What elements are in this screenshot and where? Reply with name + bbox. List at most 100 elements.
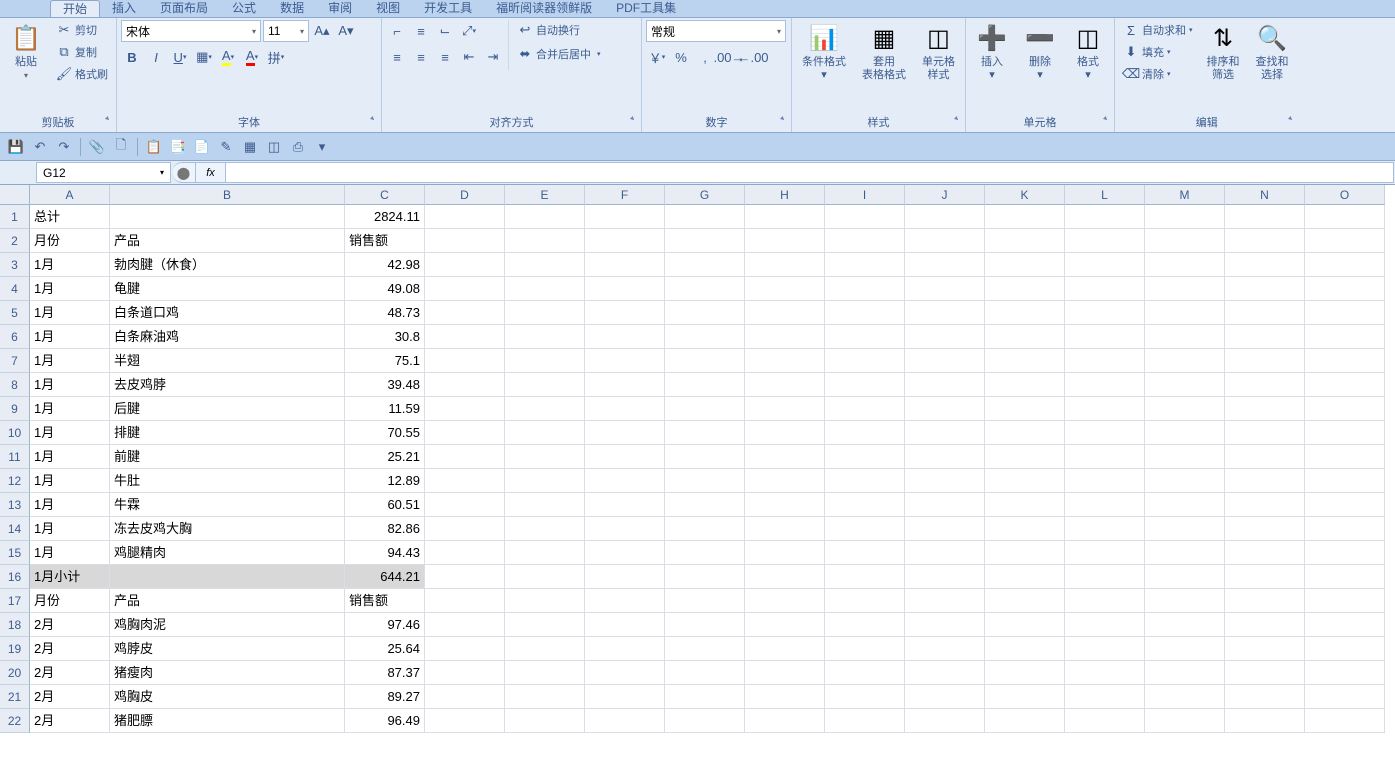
- cell[interactable]: [905, 493, 985, 517]
- cell[interactable]: [505, 613, 585, 637]
- cell[interactable]: 94.43: [345, 541, 425, 565]
- cell[interactable]: [1305, 253, 1385, 277]
- decrease-decimal-button[interactable]: ←.00: [742, 46, 764, 68]
- font-name-combo[interactable]: 宋体▾: [121, 20, 261, 42]
- cell[interactable]: [825, 469, 905, 493]
- autosum-button[interactable]: Σ自动求和▾: [1119, 20, 1197, 40]
- cell[interactable]: [1305, 685, 1385, 709]
- cell[interactable]: [505, 445, 585, 469]
- cell[interactable]: [985, 637, 1065, 661]
- cell[interactable]: [745, 205, 825, 229]
- col-header-C[interactable]: C: [345, 185, 425, 205]
- cell[interactable]: [745, 541, 825, 565]
- cell[interactable]: [1065, 301, 1145, 325]
- cell[interactable]: [425, 277, 505, 301]
- cell[interactable]: [1145, 541, 1225, 565]
- cell[interactable]: 产品: [110, 589, 345, 613]
- cell[interactable]: [505, 685, 585, 709]
- cell[interactable]: 月份: [30, 589, 110, 613]
- cell[interactable]: [905, 613, 985, 637]
- cell[interactable]: [745, 397, 825, 421]
- cell[interactable]: 1月: [30, 445, 110, 469]
- cell[interactable]: [665, 301, 745, 325]
- cell[interactable]: [1225, 277, 1305, 301]
- cell[interactable]: [745, 517, 825, 541]
- row-header[interactable]: 8: [0, 373, 30, 397]
- fill-color-button[interactable]: A▾: [217, 46, 239, 68]
- cell[interactable]: 48.73: [345, 301, 425, 325]
- cell[interactable]: [905, 205, 985, 229]
- cell[interactable]: 后腱: [110, 397, 345, 421]
- cell[interactable]: [425, 469, 505, 493]
- cell[interactable]: [425, 589, 505, 613]
- cell[interactable]: [745, 229, 825, 253]
- cell[interactable]: [985, 229, 1065, 253]
- row-header[interactable]: 14: [0, 517, 30, 541]
- name-box[interactable]: G12▾: [36, 162, 171, 183]
- cell[interactable]: [585, 469, 665, 493]
- cell[interactable]: [585, 373, 665, 397]
- cell[interactable]: 鸡脖皮: [110, 637, 345, 661]
- cell[interactable]: [665, 349, 745, 373]
- cell[interactable]: [1305, 397, 1385, 421]
- cell[interactable]: 2月: [30, 661, 110, 685]
- cell[interactable]: 30.8: [345, 325, 425, 349]
- attach-button[interactable]: 📎: [87, 137, 107, 157]
- cell[interactable]: 销售额: [345, 589, 425, 613]
- percent-button[interactable]: %: [670, 46, 692, 68]
- cell[interactable]: [1065, 349, 1145, 373]
- cell[interactable]: [505, 205, 585, 229]
- cell[interactable]: [425, 421, 505, 445]
- cell[interactable]: [1225, 637, 1305, 661]
- cell[interactable]: [585, 205, 665, 229]
- cell[interactable]: [825, 685, 905, 709]
- row-header[interactable]: 11: [0, 445, 30, 469]
- row-header[interactable]: 12: [0, 469, 30, 493]
- format-painter-button[interactable]: 🖌格式刷: [52, 64, 112, 84]
- cell[interactable]: [825, 565, 905, 589]
- cell[interactable]: [505, 397, 585, 421]
- cell[interactable]: [1305, 205, 1385, 229]
- row-header[interactable]: 2: [0, 229, 30, 253]
- cell[interactable]: [1145, 565, 1225, 589]
- cell-style-button[interactable]: ◫单元格 样式: [916, 20, 961, 84]
- cell[interactable]: [665, 469, 745, 493]
- cell[interactable]: [425, 613, 505, 637]
- align-right-button[interactable]: ≡: [434, 46, 456, 68]
- cell[interactable]: 冻去皮鸡大胸: [110, 517, 345, 541]
- cell[interactable]: [1065, 469, 1145, 493]
- cell[interactable]: [985, 301, 1065, 325]
- cell[interactable]: 2月: [30, 709, 110, 733]
- find-select-button[interactable]: 🔍查找和 选择: [1250, 20, 1295, 84]
- cell[interactable]: [1305, 661, 1385, 685]
- cell[interactable]: [1065, 517, 1145, 541]
- cell[interactable]: [745, 445, 825, 469]
- cell[interactable]: [745, 589, 825, 613]
- tab-数据[interactable]: 数据: [268, 0, 316, 17]
- cell[interactable]: [1225, 325, 1305, 349]
- cell[interactable]: [825, 445, 905, 469]
- cell[interactable]: [825, 325, 905, 349]
- cell[interactable]: [745, 253, 825, 277]
- cell[interactable]: [1065, 685, 1145, 709]
- cell[interactable]: [1305, 517, 1385, 541]
- cell[interactable]: [825, 613, 905, 637]
- cell[interactable]: [745, 709, 825, 733]
- cell[interactable]: [1065, 637, 1145, 661]
- cell[interactable]: 月份: [30, 229, 110, 253]
- cell[interactable]: [825, 637, 905, 661]
- cell[interactable]: [1225, 709, 1305, 733]
- cell[interactable]: [985, 445, 1065, 469]
- delete-cells-button[interactable]: ➖删除▾: [1018, 20, 1062, 84]
- cell[interactable]: [745, 685, 825, 709]
- cell[interactable]: [745, 421, 825, 445]
- align-left-button[interactable]: ≡: [386, 46, 408, 68]
- cell[interactable]: [1145, 277, 1225, 301]
- cell[interactable]: [905, 517, 985, 541]
- cell[interactable]: 前腱: [110, 445, 345, 469]
- cell[interactable]: [1065, 589, 1145, 613]
- cell[interactable]: [1305, 469, 1385, 493]
- cell[interactable]: [505, 277, 585, 301]
- cell[interactable]: [585, 301, 665, 325]
- tab-福昕阅读器领鲜版[interactable]: 福昕阅读器领鲜版: [484, 0, 604, 17]
